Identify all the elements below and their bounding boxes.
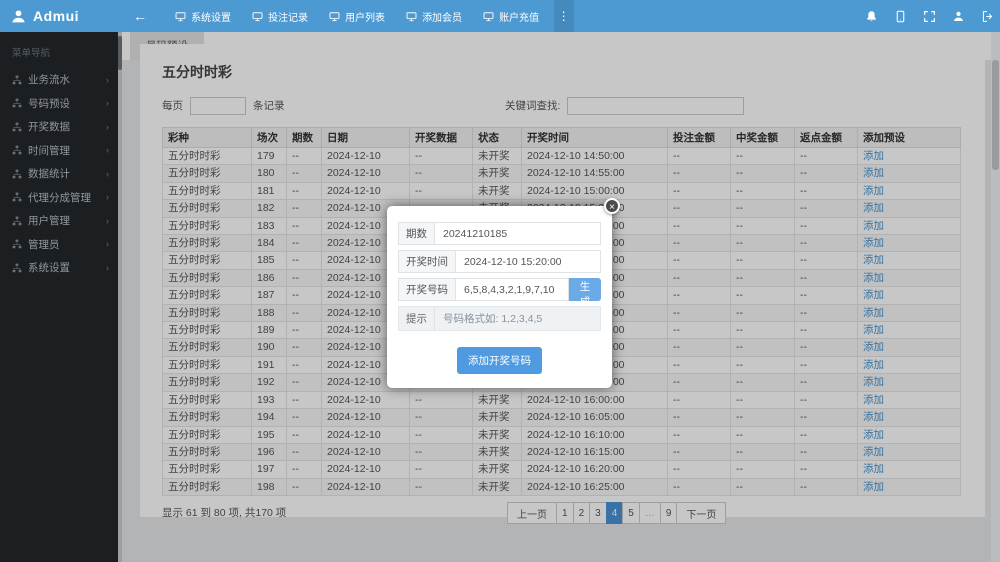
topbar-right-icons <box>865 10 994 23</box>
back-arrow-button[interactable]: ← <box>129 8 151 24</box>
draw-number-label: 开奖号码 <box>398 278 455 301</box>
issue-label: 期数 <box>398 222 434 245</box>
bell-icon[interactable] <box>865 10 878 23</box>
topbar-menu-item[interactable]: 系统设置 <box>169 0 237 32</box>
logout-icon[interactable] <box>981 10 994 23</box>
generate-button[interactable]: 生成 <box>569 278 601 301</box>
user-icon[interactable] <box>952 10 965 23</box>
monitor-icon <box>406 11 417 22</box>
topbar-menu-item-label: 用户列表 <box>345 9 385 24</box>
monitor-icon <box>483 11 494 22</box>
draw-time-label: 开奖时间 <box>398 250 455 273</box>
issue-input[interactable]: 20241210185 <box>434 222 601 245</box>
monitor-icon <box>252 11 263 22</box>
close-icon[interactable]: × <box>604 198 620 214</box>
tip-row: 提示 号码格式如: 1,2,3,4,5 <box>398 306 601 331</box>
draw-number-input[interactable]: 6,5,8,4,3,2,1,9,7,10 <box>455 278 569 301</box>
add-draw-number-modal: × 期数 20241210185 开奖时间 2024-12-10 15:20:0… <box>387 206 612 388</box>
topbar-menu-item-label: 添加会员 <box>422 9 462 24</box>
more-menu-button[interactable]: ⋮ <box>554 0 574 32</box>
tip-text: 号码格式如: 1,2,3,4,5 <box>435 307 550 330</box>
monitor-icon <box>329 11 340 22</box>
topbar-menu-item[interactable]: 用户列表 <box>323 0 391 32</box>
draw-time-input[interactable]: 2024-12-10 15:20:00 <box>455 250 601 273</box>
brand-name: Admui <box>33 8 79 24</box>
issue-field: 期数 20241210185 <box>398 222 601 245</box>
topbar-menu-item[interactable]: 添加会员 <box>400 0 468 32</box>
draw-time-field: 开奖时间 2024-12-10 15:20:00 <box>398 250 601 273</box>
brand-logo[interactable]: Admui <box>10 8 79 25</box>
topbar-menu-item-label: 系统设置 <box>191 9 231 24</box>
user-logo-icon <box>10 8 27 25</box>
fullscreen-icon[interactable] <box>923 10 936 23</box>
topbar-menu-item-label: 投注记录 <box>268 9 308 24</box>
topbar-shortcut-nav: 系统设置 投注记录 用户列表 添加会员 账户充值 <box>169 0 554 32</box>
draw-number-field: 开奖号码 6,5,8,4,3,2,1,9,7,10 生成 <box>398 278 601 301</box>
add-draw-number-button[interactable]: 添加开奖号码 <box>457 347 542 374</box>
topbar-menu-item-label: 账户充值 <box>499 9 539 24</box>
tablet-icon[interactable] <box>894 10 907 23</box>
tip-label: 提示 <box>399 307 435 330</box>
topbar-menu-item[interactable]: 投注记录 <box>246 0 314 32</box>
topbar-menu-item[interactable]: 账户充值 <box>477 0 545 32</box>
monitor-icon <box>175 11 186 22</box>
topbar: Admui ← 系统设置 投注记录 用户列表 添加会员 账户充值 ⋮ <box>0 0 1000 32</box>
